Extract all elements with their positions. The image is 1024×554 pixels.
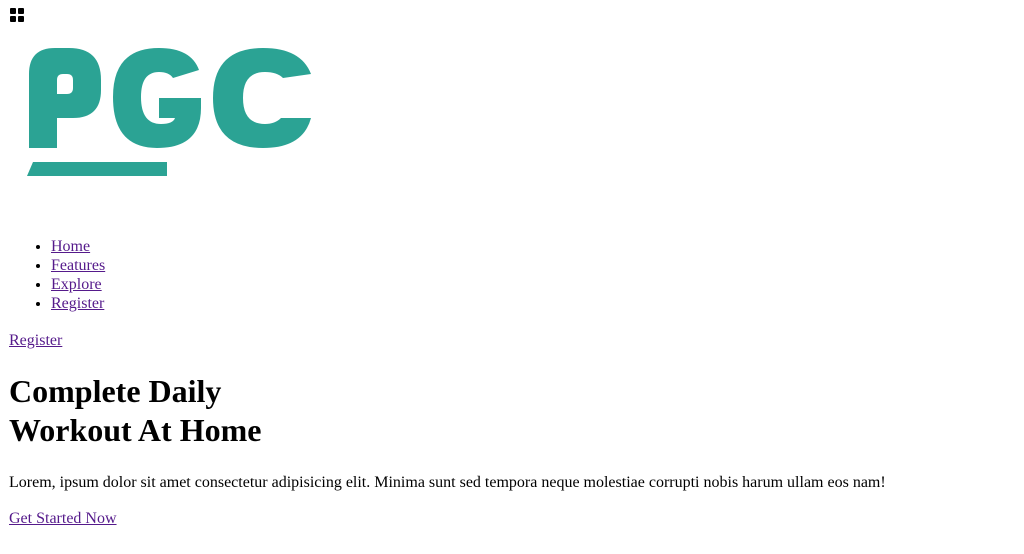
pgc-logo — [25, 46, 315, 178]
nav-item-home: Home — [51, 237, 105, 256]
hero-title-line-1: Complete Daily — [9, 373, 222, 409]
nav-link-explore[interactable]: Explore — [51, 276, 102, 293]
hero-description: Lorem, ipsum dolor sit amet consectetur … — [9, 474, 886, 491]
nav-item-features: Features — [51, 256, 105, 275]
menu-grid-icon[interactable] — [9, 7, 25, 23]
main-nav: Home Features Explore Register — [0, 237, 105, 313]
nav-link-features[interactable]: Features — [51, 257, 105, 274]
hero-title: Complete Daily Workout At Home — [9, 372, 261, 450]
nav-link-register[interactable]: Register — [51, 295, 104, 312]
nav-link-home[interactable]: Home — [51, 238, 90, 255]
nav-item-explore: Explore — [51, 275, 105, 294]
grid-four-squares-icon — [10, 8, 24, 22]
register-link[interactable]: Register — [9, 331, 62, 350]
pgc-logo-graphic — [27, 48, 311, 176]
nav-item-register: Register — [51, 294, 105, 313]
get-started-link[interactable]: Get Started Now — [9, 509, 117, 528]
hero-title-line-2: Workout At Home — [9, 412, 262, 448]
